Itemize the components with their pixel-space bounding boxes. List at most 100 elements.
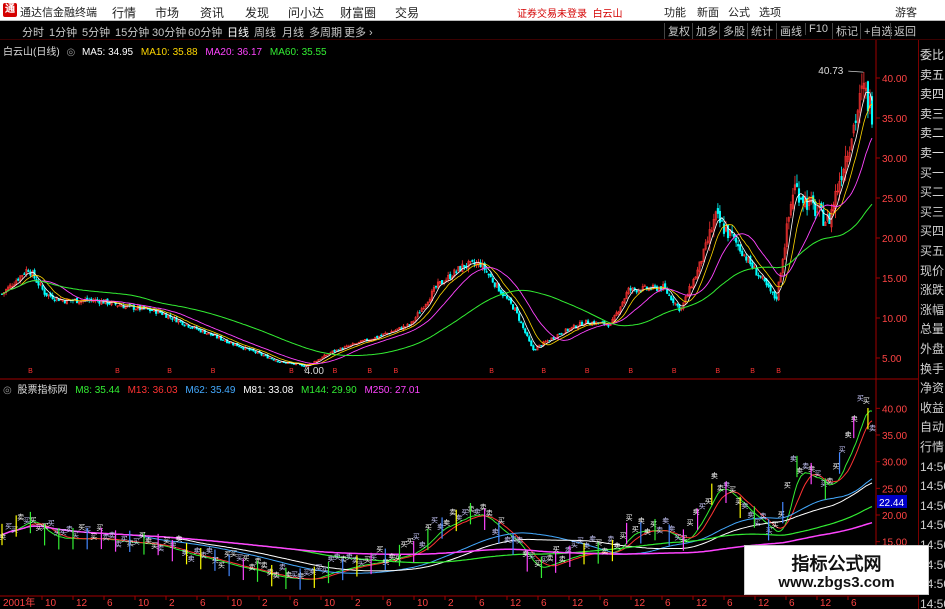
signal-glyph: 卖: [662, 517, 669, 525]
candle-body: [376, 335, 379, 338]
side-panel-item[interactable]: 买二: [920, 183, 945, 202]
signal-glyph: 买: [772, 521, 779, 529]
period-tab-more[interactable]: 更多 ›: [344, 24, 373, 40]
side-panel-item[interactable]: 14:50: [920, 497, 945, 516]
period-tab-weekly[interactable]: 周线: [254, 24, 276, 40]
candle-body: [240, 346, 243, 349]
menu-caifuquan[interactable]: 财富圈: [340, 4, 376, 21]
candle-body: [238, 345, 241, 348]
tool-fuquan-button[interactable]: 复权: [664, 23, 690, 39]
candle-body: [560, 333, 563, 335]
event-marker: B: [585, 368, 590, 375]
period-tab-60min[interactable]: 60分钟: [188, 24, 222, 40]
lower-panel-title[interactable]: 股票指标网: [18, 385, 68, 396]
side-panel-item[interactable]: 买四: [920, 222, 945, 241]
side-panel-item[interactable]: 14:50: [920, 477, 945, 496]
tool-jiaduo-button[interactable]: 加多: [692, 23, 718, 39]
menu-xinmian[interactable]: 新面: [697, 4, 719, 20]
side-panel-item[interactable]: 换手: [920, 360, 945, 379]
x-tick-label: 6: [541, 598, 547, 609]
kline-chart[interactable]: 40.00 35.00 30.00 25.00 20.00 15.00 10.00 5.00 4…: [0, 40, 945, 609]
side-panel-item[interactable]: 现价: [920, 262, 945, 281]
signal-glyph: 买: [686, 519, 693, 527]
period-tab-multi[interactable]: 多周期: [309, 24, 342, 40]
app-title: 通达信金融终端: [20, 7, 97, 19]
ma60-label: MA60: 35.55: [269, 47, 327, 58]
menu-gongneng[interactable]: 功能: [664, 4, 686, 20]
x-tick-label: 6: [107, 598, 113, 609]
period-tab-monthly[interactable]: 月线: [282, 24, 304, 40]
tool-tongji-button[interactable]: 统计: [747, 23, 773, 39]
side-panel-item[interactable]: 卖一: [920, 144, 945, 163]
chart-area[interactable]: 40.00 35.00 30.00 25.00 20.00 15.00 10.00 5.00 4…: [0, 40, 945, 609]
x-tick-label: 2: [169, 598, 175, 609]
menu-xuanxiang[interactable]: 选项: [759, 4, 781, 20]
signal-glyph: 卖: [826, 477, 833, 485]
period-tab-5min[interactable]: 5分钟: [82, 24, 110, 40]
indicator-settings-icon[interactable]: ◎: [3, 385, 12, 396]
side-panel-item[interactable]: 委比: [920, 46, 945, 65]
menu-wenxiaoda[interactable]: 问小达: [288, 4, 324, 21]
tool-f10-button[interactable]: F10: [805, 23, 828, 35]
signal-glyph: 卖: [747, 511, 754, 519]
menu-gongshi[interactable]: 公式: [728, 4, 750, 20]
side-panel-item[interactable]: 买五: [920, 242, 945, 261]
period-toolbar: 分时 1分钟 5分钟 15分钟 30分钟 60分钟 日线 周线 月线 多周期 更…: [0, 21, 945, 40]
signal-glyph: 卖: [443, 519, 450, 527]
candle-body: [499, 289, 502, 294]
candle-body: [526, 332, 529, 337]
menu-zixun[interactable]: 资讯: [200, 4, 224, 21]
side-panel-item[interactable]: 净资: [920, 379, 945, 398]
candle-body: [767, 283, 770, 287]
login-warning[interactable]: 证券交易未登录 白云山: [517, 5, 623, 20]
tool-duogu-button[interactable]: 多股: [719, 23, 745, 39]
y-tick-label: 25.00: [882, 484, 907, 495]
side-panel-item[interactable]: 卖五: [920, 66, 945, 85]
side-panel-item[interactable]: 14:50: [920, 458, 945, 477]
guest-label[interactable]: 游客: [895, 4, 917, 20]
menu-shichang[interactable]: 市场: [155, 4, 179, 21]
event-marker: B: [28, 368, 33, 375]
side-panel-item[interactable]: 行情: [920, 438, 945, 457]
side-panel-item[interactable]: 涨跌: [920, 281, 945, 300]
side-panel-item[interactable]: 卖三: [920, 105, 945, 124]
candle-body: [854, 120, 857, 123]
tool-biaoji-button[interactable]: 标记: [832, 23, 858, 39]
candle-body: [333, 349, 336, 352]
side-panel-item[interactable]: 收益: [920, 399, 945, 418]
menu-jiaoyi[interactable]: 交易: [395, 4, 419, 21]
period-tab-fenshi[interactable]: 分时: [22, 24, 44, 40]
candle-body: [380, 335, 383, 337]
tool-zixuan-button[interactable]: +自选: [860, 23, 892, 39]
tool-fanhui-button[interactable]: 返回: [890, 23, 916, 39]
side-panel-item[interactable]: 卖二: [920, 124, 945, 143]
side-panel-item[interactable]: 14:50: [920, 516, 945, 535]
candle-body: [522, 323, 525, 329]
candle-body: [171, 318, 174, 320]
side-panel-item[interactable]: 涨幅: [920, 301, 945, 320]
candle-body: [668, 294, 671, 296]
candle-body: [242, 347, 245, 350]
side-panel-item[interactable]: 14:50: [920, 595, 945, 609]
period-tab-30min[interactable]: 30分钟: [152, 24, 186, 40]
tool-huaxian-button[interactable]: 画线: [776, 23, 802, 39]
side-panel-item[interactable]: 总量: [920, 320, 945, 339]
menu-faxian[interactable]: 发现: [245, 4, 269, 21]
period-tab-1min[interactable]: 1分钟: [49, 24, 77, 40]
side-panel-item[interactable]: 买一: [920, 164, 945, 183]
candle-body: [37, 281, 40, 286]
period-tab-15min[interactable]: 15分钟: [115, 24, 149, 40]
period-tab-daily[interactable]: 日线: [227, 24, 249, 40]
x-axis: 2001年 10 12 6 10 2 6 10 2 6 10 2 6 10 2 6 12 6 12 6 12 6 12 6 12…: [3, 596, 857, 609]
side-panel-item[interactable]: 外盘: [920, 340, 945, 359]
menu-hangqing[interactable]: 行情: [112, 4, 136, 21]
side-panel-item[interactable]: 买三: [920, 203, 945, 222]
x-tick-label: 6: [386, 598, 392, 609]
signal-glyph: 买: [394, 554, 401, 562]
signal-glyph: 买: [729, 486, 736, 494]
side-panel-item[interactable]: 自动: [920, 418, 945, 437]
side-panel-item[interactable]: 卖四: [920, 85, 945, 104]
y-tick-label: 30.00: [882, 458, 907, 469]
settings-icon[interactable]: ◎: [66, 47, 75, 58]
x-axis-start-label: 2001年: [3, 596, 35, 609]
